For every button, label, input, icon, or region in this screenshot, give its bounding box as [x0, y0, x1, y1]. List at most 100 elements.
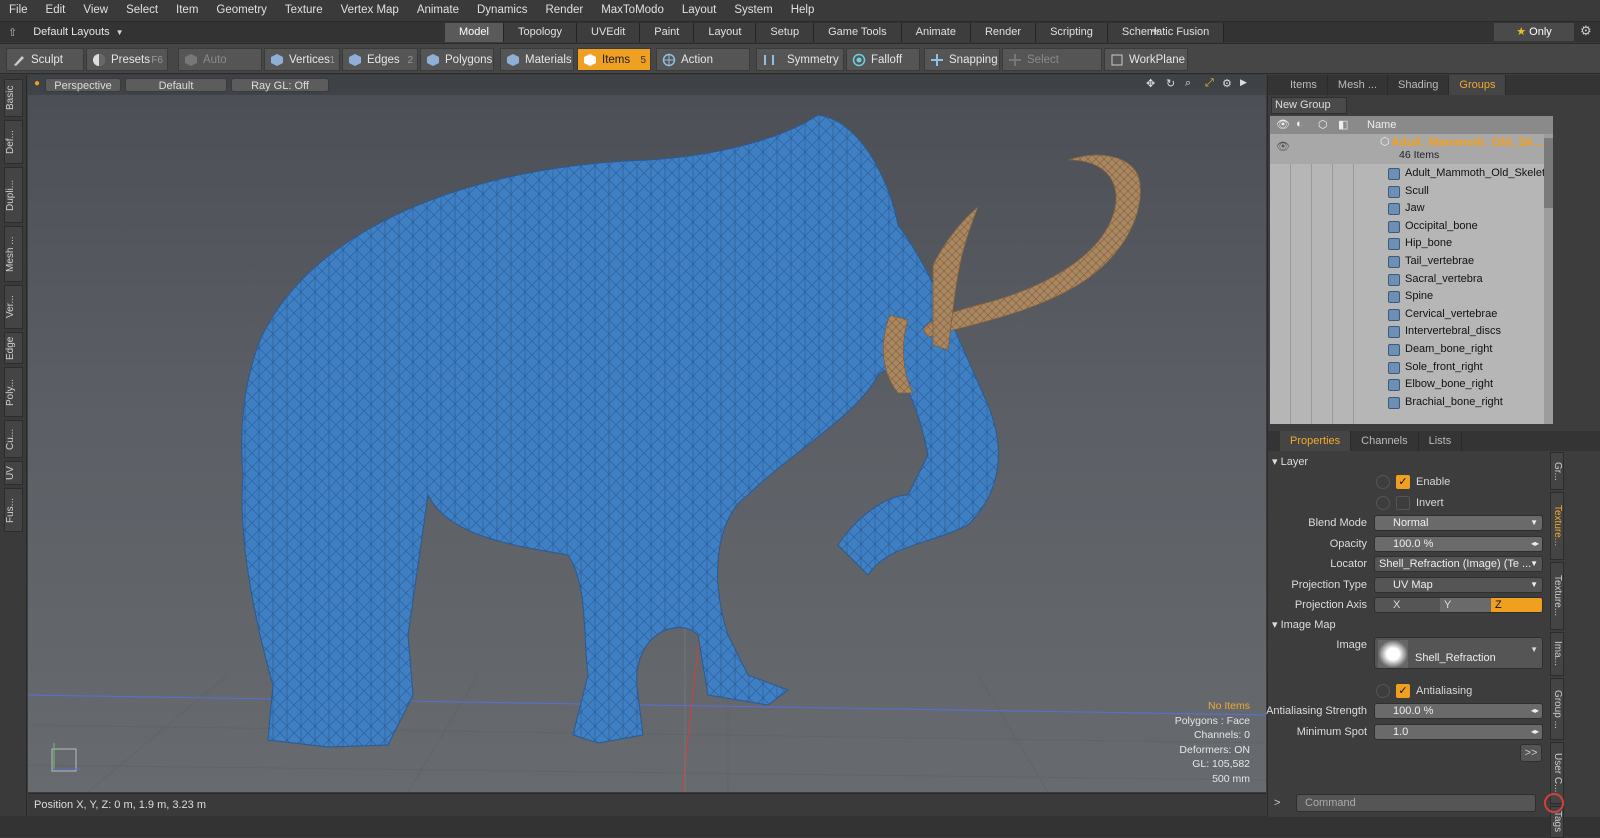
enable-checkbox[interactable]: ✓	[1396, 475, 1410, 489]
materials-button[interactable]: Materials	[500, 48, 574, 71]
add-tab-icon[interactable]: +	[1151, 22, 1160, 42]
antialiasing-row[interactable]: ✓ Antialiasing	[1268, 681, 1553, 701]
new-group-button[interactable]: New Group	[1271, 97, 1347, 114]
3d-viewport[interactable]: ● Perspective Default Ray GL: Off ✥ ↻ ⌕ …	[28, 75, 1266, 792]
layout-menu-icon[interactable]: ⇧	[8, 26, 17, 39]
tab-lists[interactable]: Lists	[1419, 431, 1463, 451]
list-item[interactable]: Occipital_bone	[1270, 218, 1553, 236]
left-tab-3[interactable]: Mesh ...	[4, 226, 23, 282]
gear-icon[interactable]: ⚙	[1580, 23, 1592, 39]
tab-shading[interactable]: Shading	[1388, 75, 1450, 95]
menu-animate[interactable]: Animate	[408, 0, 468, 21]
left-tab-8[interactable]: UV	[4, 461, 23, 485]
left-tab-9[interactable]: Fus...	[4, 488, 23, 532]
view-type-button[interactable]: Perspective	[45, 78, 121, 92]
select-column-icon[interactable]: ◧	[1338, 118, 1348, 131]
list-item[interactable]: Jaw	[1270, 200, 1553, 218]
menu-edit[interactable]: Edit	[37, 0, 75, 21]
tab-model[interactable]: Model	[445, 23, 504, 42]
list-item[interactable]: Cervical_vertebrae	[1270, 306, 1553, 324]
stepper-icon[interactable]: ◂▸	[1531, 725, 1539, 739]
group-row[interactable]: 👁 ⬡ Adult_Mammoth_Old_Sk ... 46 Items	[1270, 134, 1553, 164]
menu-item[interactable]: Item	[167, 0, 207, 21]
menu-file[interactable]: File	[0, 0, 37, 21]
image-select[interactable]: Shell_Refraction ▼	[1374, 637, 1543, 669]
list-item[interactable]: Scull	[1270, 183, 1553, 201]
symmetry-button[interactable]: Symmetry	[756, 48, 844, 71]
list-item[interactable]: Elbow_bone_right	[1270, 376, 1553, 394]
groups-list[interactable]: Name 👁 ◐ ⬡ ◧ 👁 ⬡ Adult_Mammoth_Old_Sk ..…	[1270, 116, 1553, 424]
polygons-button[interactable]: Polygons	[420, 48, 494, 71]
list-item[interactable]: Spine	[1270, 288, 1553, 306]
stepper-icon[interactable]: ◂▸	[1531, 704, 1539, 718]
list-item[interactable]: Deam_bone_right	[1270, 341, 1553, 359]
antialiasing-toggle-icon[interactable]	[1376, 684, 1390, 698]
menu-view[interactable]: View	[74, 0, 117, 21]
side-tab-4[interactable]: Group ...	[1550, 678, 1564, 740]
menu-maxtomodo[interactable]: MaxToModo	[592, 0, 673, 21]
projection-type-select[interactable]: UV Map ▼	[1374, 577, 1543, 593]
scrollbar-thumb[interactable]	[1544, 138, 1553, 208]
tab-schematic-fusion[interactable]: Schematic Fusion	[1107, 23, 1225, 42]
tab-channels[interactable]: Channels	[1351, 431, 1419, 451]
opacity-field[interactable]: 100.0 % ◂▸	[1374, 536, 1543, 552]
tab-layout[interactable]: Layout	[694, 23, 757, 42]
left-tab-1[interactable]: Def...	[4, 120, 23, 164]
left-tab-4[interactable]: Ver...	[4, 285, 23, 329]
menu-dynamics[interactable]: Dynamics	[468, 0, 536, 21]
side-tab-0[interactable]: Gr...	[1550, 452, 1564, 490]
list-item[interactable]: Sacral_vertebra	[1270, 271, 1553, 289]
rotate-icon[interactable]: ↻	[1166, 77, 1175, 90]
shading-mode-button[interactable]: Default	[125, 78, 227, 92]
left-tab-5[interactable]: Edge	[4, 332, 23, 364]
tab-animate[interactable]: Animate	[901, 23, 971, 42]
antialiasing-checkbox[interactable]: ✓	[1396, 684, 1410, 698]
lock-column-icon[interactable]: ⬡	[1318, 118, 1328, 131]
fit-icon[interactable]: ⤢	[1205, 77, 1214, 90]
select-through-button[interactable]: Select Through	[1002, 48, 1102, 89]
mammoth-mesh[interactable]	[241, 114, 1162, 748]
tab-items[interactable]: Items	[1280, 75, 1328, 95]
menu-geometry[interactable]: Geometry	[207, 0, 276, 21]
falloff-button[interactable]: Falloff	[846, 48, 920, 71]
command-input[interactable]: Command	[1296, 794, 1536, 812]
axis-y-button[interactable]: Y	[1440, 598, 1491, 612]
menu-select[interactable]: Select	[117, 0, 167, 21]
workplane-button[interactable]: WorkPlane	[1104, 48, 1188, 71]
snapping-button[interactable]: Snapping	[924, 48, 1000, 71]
side-tab-2[interactable]: Texture...	[1550, 562, 1564, 630]
tab-properties[interactable]: Properties	[1280, 431, 1352, 451]
expand-right-icon[interactable]: ▶	[1240, 77, 1247, 88]
menu-layout[interactable]: Layout	[673, 0, 726, 21]
invert-checkbox[interactable]	[1396, 496, 1410, 510]
left-tab-0[interactable]: Basic	[4, 79, 23, 117]
list-item[interactable]: Intervertebral_discs	[1270, 323, 1553, 341]
invert-row[interactable]: Invert	[1268, 493, 1553, 513]
record-icon[interactable]	[1544, 793, 1564, 813]
tab-paint[interactable]: Paint	[640, 23, 695, 42]
vertices-button[interactable]: Vertices 1	[264, 48, 340, 71]
list-item[interactable]: Tail_vertebrae	[1270, 253, 1553, 271]
enable-toggle-icon[interactable]	[1376, 475, 1390, 489]
left-tab-6[interactable]: Poly...	[4, 367, 23, 417]
viewport-options-icon[interactable]: ●	[34, 78, 40, 89]
menu-help[interactable]: Help	[782, 0, 824, 21]
layer-section[interactable]: ▾ Layer	[1272, 453, 1308, 471]
sculpt-button[interactable]: Sculpt	[6, 48, 84, 71]
enable-row[interactable]: ✓ Enable	[1268, 472, 1553, 492]
visibility-toggle-icon[interactable]: 👁	[1276, 140, 1290, 153]
menu-vertex-map[interactable]: Vertex Map	[332, 0, 408, 21]
invert-toggle-icon[interactable]	[1376, 496, 1390, 510]
axis-x-button[interactable]: X	[1389, 598, 1440, 612]
tab-render[interactable]: Render	[970, 23, 1037, 42]
menu-system[interactable]: System	[725, 0, 781, 21]
items-button[interactable]: Items 5	[577, 48, 651, 71]
image-map-section[interactable]: ▾ Image Map	[1272, 616, 1336, 634]
tab-setup[interactable]: Setup	[756, 23, 815, 42]
list-item[interactable]: Sole_front_right	[1270, 359, 1553, 377]
list-item[interactable]: Hip_bone	[1270, 235, 1553, 253]
tab-scripting[interactable]: Scripting	[1036, 23, 1108, 42]
min-spot-field[interactable]: 1.0 ◂▸	[1374, 724, 1543, 740]
viewport-gear-icon[interactable]: ⚙	[1222, 77, 1232, 90]
render-column-icon[interactable]: ◐	[1296, 118, 1303, 130]
